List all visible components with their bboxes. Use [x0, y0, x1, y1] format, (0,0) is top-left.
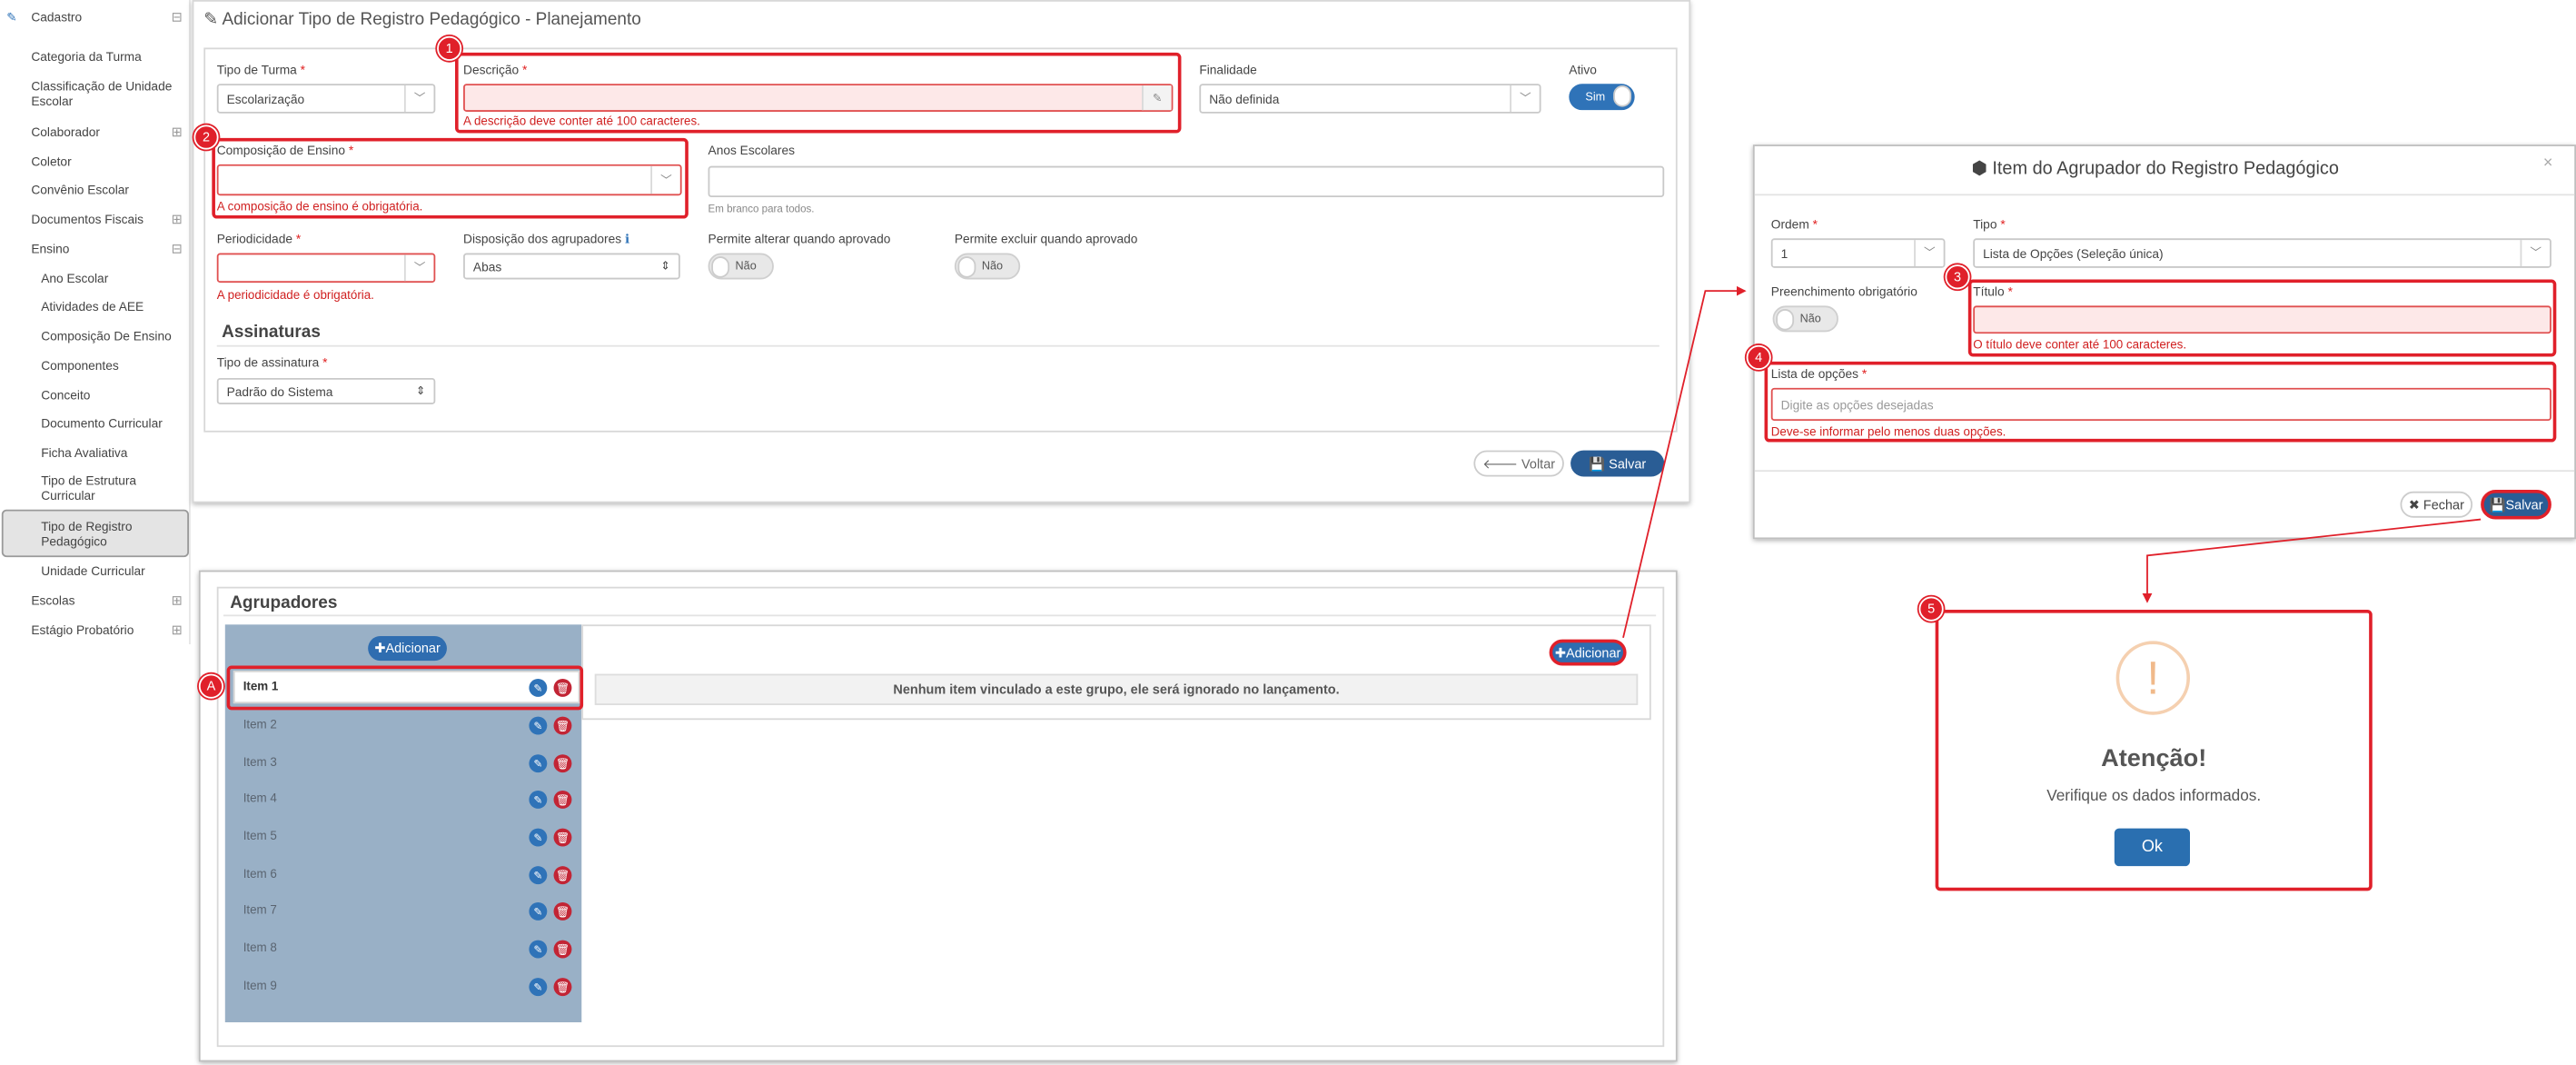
- annotation-arrows: [1622, 285, 2482, 638]
